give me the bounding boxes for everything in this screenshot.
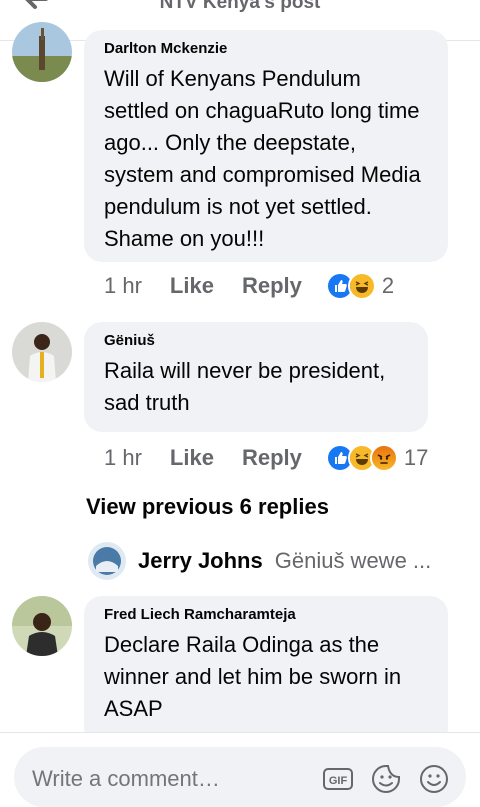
- sticker-icon[interactable]: [370, 763, 402, 795]
- comment-author[interactable]: Darlton Mckenzie: [104, 40, 430, 57]
- comment-text: Will of Kenyans Pendulum settled on chag…: [104, 66, 421, 251]
- comment-time[interactable]: 1 hr: [104, 445, 142, 471]
- comment-actions: 1 hr Like Reply 17: [104, 444, 428, 472]
- avatar[interactable]: [12, 22, 72, 82]
- reaction-summary[interactable]: [325, 444, 398, 472]
- comment-bubble: Fred Liech Ramcharamteja Declare Raila O…: [84, 596, 448, 746]
- comment-composer[interactable]: GIF: [14, 747, 466, 807]
- view-previous-replies-link[interactable]: View previous 6 replies: [86, 494, 329, 520]
- avatar[interactable]: [12, 596, 72, 656]
- angry-reaction-icon: [369, 444, 398, 472]
- haha-reaction-icon: [347, 272, 376, 300]
- like-button[interactable]: Like: [170, 273, 214, 299]
- reaction-summary[interactable]: [325, 272, 376, 300]
- reply-preview-text: Gëniuš wewe ...: [274, 548, 432, 573]
- reply-button[interactable]: Reply: [242, 273, 302, 299]
- comment-input[interactable]: [30, 765, 314, 793]
- comment-bubble: Darlton Mckenzie Will of Kenyans Pendulu…: [84, 30, 448, 262]
- comment-bubble: Gëniuš Raila will never be president, sa…: [84, 322, 428, 432]
- comment-author[interactable]: Gëniuš: [104, 332, 410, 349]
- comment-composer-bar: GIF: [0, 732, 480, 807]
- like-button[interactable]: Like: [170, 445, 214, 471]
- comment-text: Declare Raila Odinga as the winner and l…: [104, 632, 402, 721]
- emoji-icon[interactable]: [418, 763, 450, 795]
- header-title: NTV Kenya's post: [159, 0, 321, 13]
- avatar[interactable]: [12, 322, 72, 382]
- reply-button[interactable]: Reply: [242, 445, 302, 471]
- reply-preview[interactable]: Jerry Johns Gëniuš wewe ...: [88, 542, 431, 580]
- gif-icon[interactable]: GIF: [322, 763, 354, 795]
- comment-author[interactable]: Fred Liech Ramcharamteja: [104, 606, 430, 623]
- comment-text: Raila will never be president, sad truth: [104, 358, 386, 415]
- comment-actions: 1 hr Like Reply 2: [104, 272, 394, 300]
- gif-label: GIF: [329, 775, 348, 787]
- reaction-count[interactable]: 2: [382, 273, 394, 299]
- reaction-count[interactable]: 17: [404, 445, 428, 471]
- comment-time[interactable]: 1 hr: [104, 273, 142, 299]
- reply-author[interactable]: Jerry Johns: [138, 548, 263, 574]
- avatar[interactable]: [88, 542, 126, 580]
